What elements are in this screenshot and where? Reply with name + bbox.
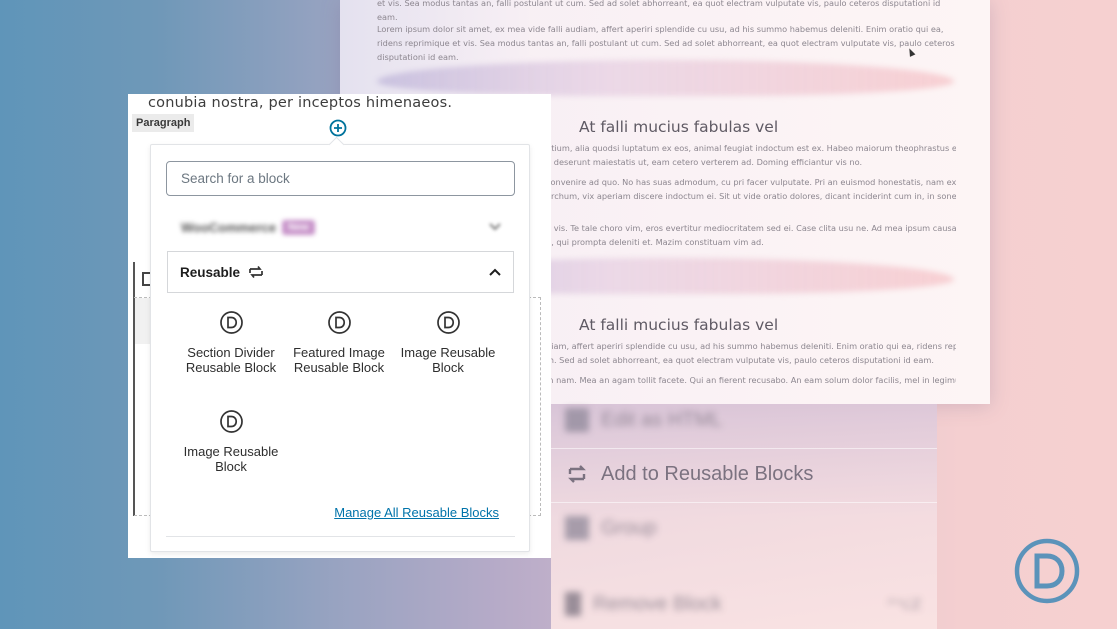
divi-d-icon [219,311,243,334]
panel-title: Reusable [180,264,241,280]
bg-text-line: diam, affert aperiri splendide cu usu, a… [546,341,956,351]
divi-d-icon [327,311,351,334]
menu-separator [551,448,937,449]
paragraph-text[interactable]: conubia nostra, per inceptos himenaeos. [148,95,452,111]
chevron-down-icon [489,223,501,231]
menu-item-shortcut: ^⌥Z [887,596,922,613]
menu-item-group: Group [565,516,657,540]
block-item-label: Featured Image Reusable Block [293,345,385,375]
block-item-label: Image Reusable Block [400,345,496,375]
reusable-block-item[interactable]: Featured Image Reusable Block [284,310,394,375]
block-item-label: Section Divider Reusable Block [185,345,277,375]
html-icon [565,408,589,432]
reusable-block-item[interactable]: Image Reusable Block [393,310,503,375]
bg-wave-divider [377,60,954,96]
new-badge: New [282,219,315,235]
panel-woocommerce-title: WooCommerce New [181,219,315,235]
bg-section-heading: At falli mucius fabulas vel [579,316,779,334]
reusable-icon [568,465,586,483]
divi-logo-icon [1014,538,1080,604]
divi-d-icon [219,410,243,433]
panel-woocommerce[interactable]: WooCommerce New [167,205,515,249]
menu-item-remove-block: Remove Block ^⌥Z [565,592,921,616]
bg-text-line: m. Sed ad solet abhorreant, ea quot elec… [546,355,934,365]
block-editor: conubia nostra, per inceptos himenaeos. … [128,94,551,558]
bg-text-line: convenire ad quo. No has suas admodum, c… [546,177,956,187]
panel-reusable-title: Reusable [180,265,264,280]
manage-reusable-blocks-link[interactable]: Manage All Reusable Blocks [334,505,499,520]
bg-section-heading: At falli mucius fabulas vel [579,118,779,136]
reusable-icon [249,265,263,279]
reusable-block-item[interactable]: Section Divider Reusable Block [176,310,286,375]
bg-paragraph: Lorem ipsum dolor sit amet, ex mea vide … [377,24,955,62]
popover-arrow [328,136,345,153]
menu-item-label: Add to Reusable Blocks [601,462,814,485]
chevron-up-icon[interactable] [489,268,501,276]
menu-item-edit-html: Edit as HTML [565,408,722,432]
block-inserter-popover: WooCommerce New Reusable [150,136,530,552]
block-item-label: Image Reusable Block [183,444,279,474]
bg-paragraph: et vis. Sea modus tantas an, falli postu… [377,0,941,22]
reusable-block-item[interactable]: Image Reusable Block [176,409,286,474]
background-block-menu: Edit as HTML Add to Reusable Blocks Grou… [551,404,937,629]
panel-title: WooCommerce [181,219,277,235]
popover-divider [166,536,515,537]
block-type-label: Paragraph [132,114,195,132]
bg-text-line: n vis. Te tale choro vim, eros evertitur… [546,223,956,233]
bg-text-line: archum, vix aperiam discere indoctum ei.… [546,191,956,201]
group-icon [565,516,589,540]
bg-text-line: in nam. Mea an agam tollit facete. Qui a… [546,375,956,385]
bg-text-line: d deserunt maiestatis ut, eam cetero ver… [546,157,863,167]
menu-item-label: Group [601,516,657,539]
bg-text-line: u, qui prompta deleniti et. Mazim consti… [546,237,764,247]
add-block-plus-icon[interactable] [329,119,347,137]
trash-icon [565,592,581,616]
panel-reusable[interactable]: Reusable [167,251,514,293]
menu-separator [551,502,937,503]
bg-text-line: ntium, alia quodsi luptatum ex eos, anim… [546,143,956,153]
divi-d-icon [436,311,460,334]
block-search-input[interactable] [166,161,515,196]
menu-item-add-to-reusable: Add to Reusable Blocks [565,462,813,486]
menu-item-label: Remove Block [593,592,722,615]
menu-item-label: Edit as HTML [601,408,723,431]
